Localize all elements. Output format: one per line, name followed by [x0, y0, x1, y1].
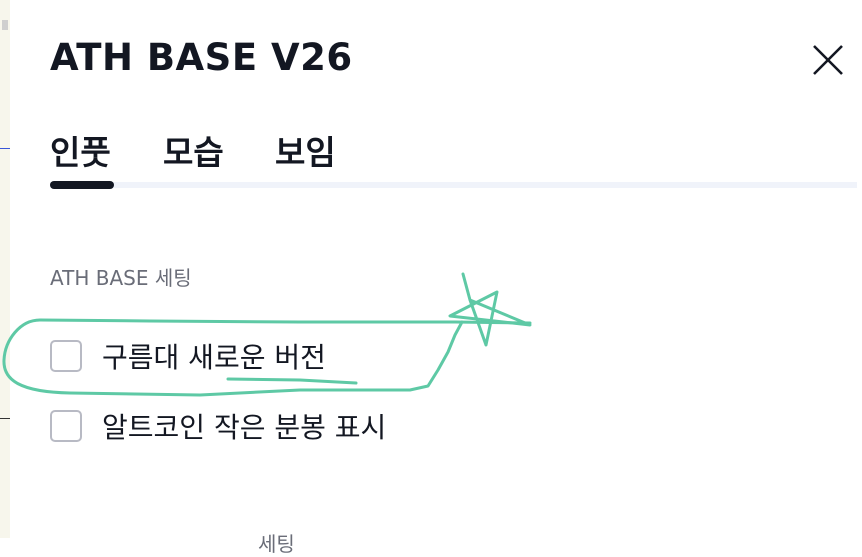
tab-inputs[interactable]: 인풋: [50, 126, 111, 174]
dialog-title: ATH BASE V26: [50, 36, 353, 79]
tab-track: [50, 182, 857, 188]
background-line: [0, 148, 10, 149]
background-line: [0, 418, 10, 419]
close-icon: [813, 45, 843, 75]
option-label: 알트코인 작은 분봉 표시: [102, 411, 387, 444]
close-button[interactable]: [806, 38, 850, 82]
background-chart-edge: [0, 0, 10, 538]
option-cloud-new-version[interactable]: 구름대 새로운 버전: [50, 336, 550, 376]
tab-style[interactable]: 모습: [163, 126, 224, 174]
option-altcoin-small-timeframe[interactable]: 알트코인 작은 분봉 표시: [50, 406, 550, 446]
active-tab-indicator: [50, 181, 114, 189]
checkbox[interactable]: [50, 410, 82, 442]
checkbox[interactable]: [50, 340, 82, 372]
background-element: [2, 20, 8, 30]
tab-bar: 인풋 모습 보임: [50, 126, 857, 189]
option-label: 구름대 새로운 버전: [102, 341, 326, 374]
next-section-heading: 세팅: [258, 532, 295, 556]
tab-visibility[interactable]: 보임: [275, 126, 336, 174]
section-heading: ATH BASE 세팅: [50, 266, 192, 290]
